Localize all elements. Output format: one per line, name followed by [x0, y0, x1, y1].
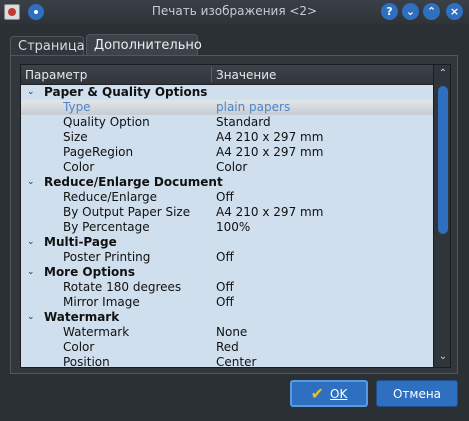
option-value[interactable]: Off [216, 190, 234, 205]
column-header-value[interactable]: Значение [216, 68, 276, 82]
options-tree[interactable]: Параметр Значение ⌄ Paper & Quality Optio… [20, 64, 451, 368]
option-value[interactable]: Off [216, 280, 234, 295]
tree-option-row[interactable]: Type plain papers [21, 100, 433, 115]
option-label: Quality Option [63, 115, 150, 129]
tree-option-row[interactable]: By Output Paper Size A4 210 x 297 mm [21, 205, 433, 220]
option-value[interactable]: Off [216, 295, 234, 310]
tree-option-row[interactable]: Quality Option Standard [21, 115, 433, 130]
tree-group-row[interactable]: ⌄ More Options [21, 265, 433, 280]
tree-option-row[interactable]: Position Center [21, 355, 433, 368]
cancel-button[interactable]: Отмена [376, 380, 458, 407]
vertical-scrollbar[interactable]: ⌃ ⌄ [433, 65, 450, 367]
ok-button-label: OK [330, 386, 348, 401]
tree-option-row[interactable]: Color Color [21, 160, 433, 175]
option-value[interactable]: Color [216, 160, 247, 175]
chevron-down-icon[interactable]: ⌄ [27, 175, 35, 190]
option-label: Position [63, 355, 110, 368]
scroll-down-icon[interactable]: ⌄ [436, 351, 450, 363]
option-value[interactable]: Standard [216, 115, 271, 130]
tree-option-row[interactable]: Size A4 210 x 297 mm [21, 130, 433, 145]
tree-group-row[interactable]: ⌄ Reduce/Enlarge Document [21, 175, 433, 190]
tree-header: Параметр Значение [21, 65, 433, 85]
tree-option-row[interactable]: Rotate 180 degrees Off [21, 280, 433, 295]
chevron-down-icon[interactable]: ⌄ [27, 265, 35, 280]
tree-group-row[interactable]: ⌄ Multi-Page [21, 235, 433, 250]
group-label: Multi-Page [44, 235, 117, 249]
close-button[interactable]: × [446, 3, 463, 20]
checkmark-icon: ✔ [310, 384, 325, 403]
tab-page[interactable]: Страница [10, 36, 85, 56]
group-label: Reduce/Enlarge Document [44, 175, 223, 189]
group-label: More Options [44, 265, 135, 279]
option-value[interactable]: Red [216, 340, 239, 355]
minimize-button[interactable]: ⌄ [402, 3, 419, 20]
title-bar: Печать изображения <2> ? ⌄ ⌃ × [0, 0, 469, 24]
option-value[interactable]: plain papers [216, 100, 290, 115]
group-label: Watermark [44, 310, 120, 324]
tree-option-row[interactable]: Reduce/Enlarge Off [21, 190, 433, 205]
option-label: Color [63, 160, 95, 174]
chevron-down-icon[interactable]: ⌄ [27, 85, 35, 100]
maximize-button[interactable]: ⌃ [423, 3, 440, 20]
column-divider[interactable] [211, 67, 212, 82]
tree-option-row[interactable]: PageRegion A4 210 x 297 mm [21, 145, 433, 160]
option-label: Poster Printing [63, 250, 151, 264]
tree-rows: ⌄ Paper & Quality Options Type plain papers… [21, 85, 433, 368]
tree-option-row[interactable]: Watermark None [21, 325, 433, 340]
option-label: By Percentage [63, 220, 150, 234]
option-label: Color [63, 340, 95, 354]
tree-group-row[interactable]: ⌄ Paper & Quality Options [21, 85, 433, 100]
group-label: Paper & Quality Options [44, 85, 208, 99]
window-title: Печать изображения <2> [151, 4, 318, 18]
tree-option-row[interactable]: Poster Printing Off [21, 250, 433, 265]
tab-advanced[interactable]: Дополнительно [86, 34, 202, 56]
column-header-param[interactable]: Параметр [25, 68, 87, 82]
scroll-up-icon[interactable]: ⌃ [436, 68, 450, 80]
option-label: Rotate 180 degrees [63, 280, 182, 294]
option-label: Type [63, 100, 91, 114]
option-value[interactable]: Center [216, 355, 256, 367]
tree-option-row[interactable]: Mirror Image Off [21, 295, 433, 310]
option-label: By Output Paper Size [63, 205, 191, 219]
option-label: PageRegion [63, 145, 134, 159]
ok-button[interactable]: ✔ OK [290, 380, 368, 407]
option-label: Watermark [63, 325, 130, 339]
scrollbar-thumb[interactable] [438, 86, 448, 234]
option-label: Mirror Image [63, 295, 140, 309]
tree-option-row[interactable]: By Percentage 100% [21, 220, 433, 235]
option-value[interactable]: 100% [216, 220, 250, 235]
tree-option-row[interactable]: Color Red [21, 340, 433, 355]
chevron-down-icon[interactable]: ⌄ [27, 310, 35, 325]
option-value[interactable]: A4 210 x 297 mm [216, 145, 323, 160]
option-value[interactable]: A4 210 x 297 mm [216, 205, 323, 220]
option-label: Reduce/Enlarge [63, 190, 158, 204]
option-value[interactable]: None [216, 325, 247, 340]
tree-group-row[interactable]: ⌄ Watermark [21, 310, 433, 325]
help-button[interactable]: ? [381, 3, 398, 20]
option-value[interactable]: Off [216, 250, 234, 265]
chevron-down-icon[interactable]: ⌄ [27, 235, 35, 250]
option-value[interactable]: A4 210 x 297 mm [216, 130, 323, 145]
option-label: Size [63, 130, 88, 144]
